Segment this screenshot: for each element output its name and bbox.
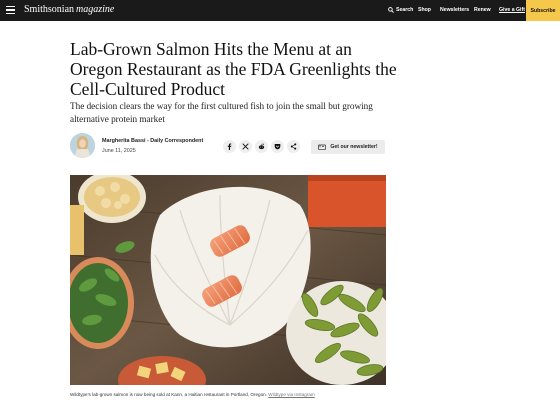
- logo-brand: Smithsonian: [24, 4, 75, 15]
- give-a-gift-link[interactable]: Give a Gift: [499, 6, 525, 14]
- site-logo[interactable]: Smithsonian magazine: [24, 4, 114, 16]
- pocket-icon: [274, 144, 281, 150]
- shop-link[interactable]: Shop: [418, 6, 431, 14]
- article-headline: Lab-Grown Salmon Hits the Menu at an Ore…: [70, 39, 397, 99]
- newsletters-link[interactable]: Newsletters: [440, 6, 469, 14]
- reddit-icon: [258, 143, 265, 150]
- renew-link[interactable]: Renew: [474, 6, 491, 14]
- publish-date: June 11, 2025: [102, 148, 136, 154]
- mailbox-icon: [318, 144, 327, 150]
- search-label: Search: [396, 7, 414, 13]
- author-photo: [70, 133, 95, 158]
- facebook-icon: [227, 143, 232, 150]
- share-more-button[interactable]: [287, 140, 300, 153]
- share-icon: [290, 143, 297, 150]
- menu-icon[interactable]: [6, 6, 15, 14]
- share-facebook-button[interactable]: [223, 140, 236, 153]
- search-icon: [388, 7, 394, 13]
- image-caption: Wildtype's lab-grown salmon is now being…: [70, 392, 315, 397]
- caption-text: Wildtype's lab-grown salmon is now being…: [70, 392, 267, 397]
- share-x-button[interactable]: [239, 140, 252, 153]
- share-reddit-button[interactable]: [255, 140, 268, 153]
- article-subheadline: The decision clears the way for the firs…: [70, 101, 373, 124]
- logo-suffix: magazine: [76, 4, 115, 15]
- x-icon: [242, 143, 249, 150]
- author-avatar[interactable]: [70, 133, 95, 158]
- newsletter-label: Get our newsletter!: [330, 144, 378, 150]
- author-name[interactable]: Margherita Bassi - Daily Correspondent: [102, 138, 203, 144]
- newsletter-signup-button[interactable]: Get our newsletter!: [311, 140, 385, 154]
- search-button[interactable]: Search: [388, 6, 413, 14]
- subscribe-button[interactable]: Subscribe: [526, 0, 560, 21]
- salmon-dish-photo: [70, 175, 386, 385]
- caption-credit-link[interactable]: Wildtype via Instagram: [268, 392, 314, 397]
- hero-image: [70, 175, 386, 385]
- share-pocket-button[interactable]: [271, 140, 284, 153]
- top-navigation-bar: Smithsonian magazine Search Shop Newslett…: [0, 0, 560, 21]
